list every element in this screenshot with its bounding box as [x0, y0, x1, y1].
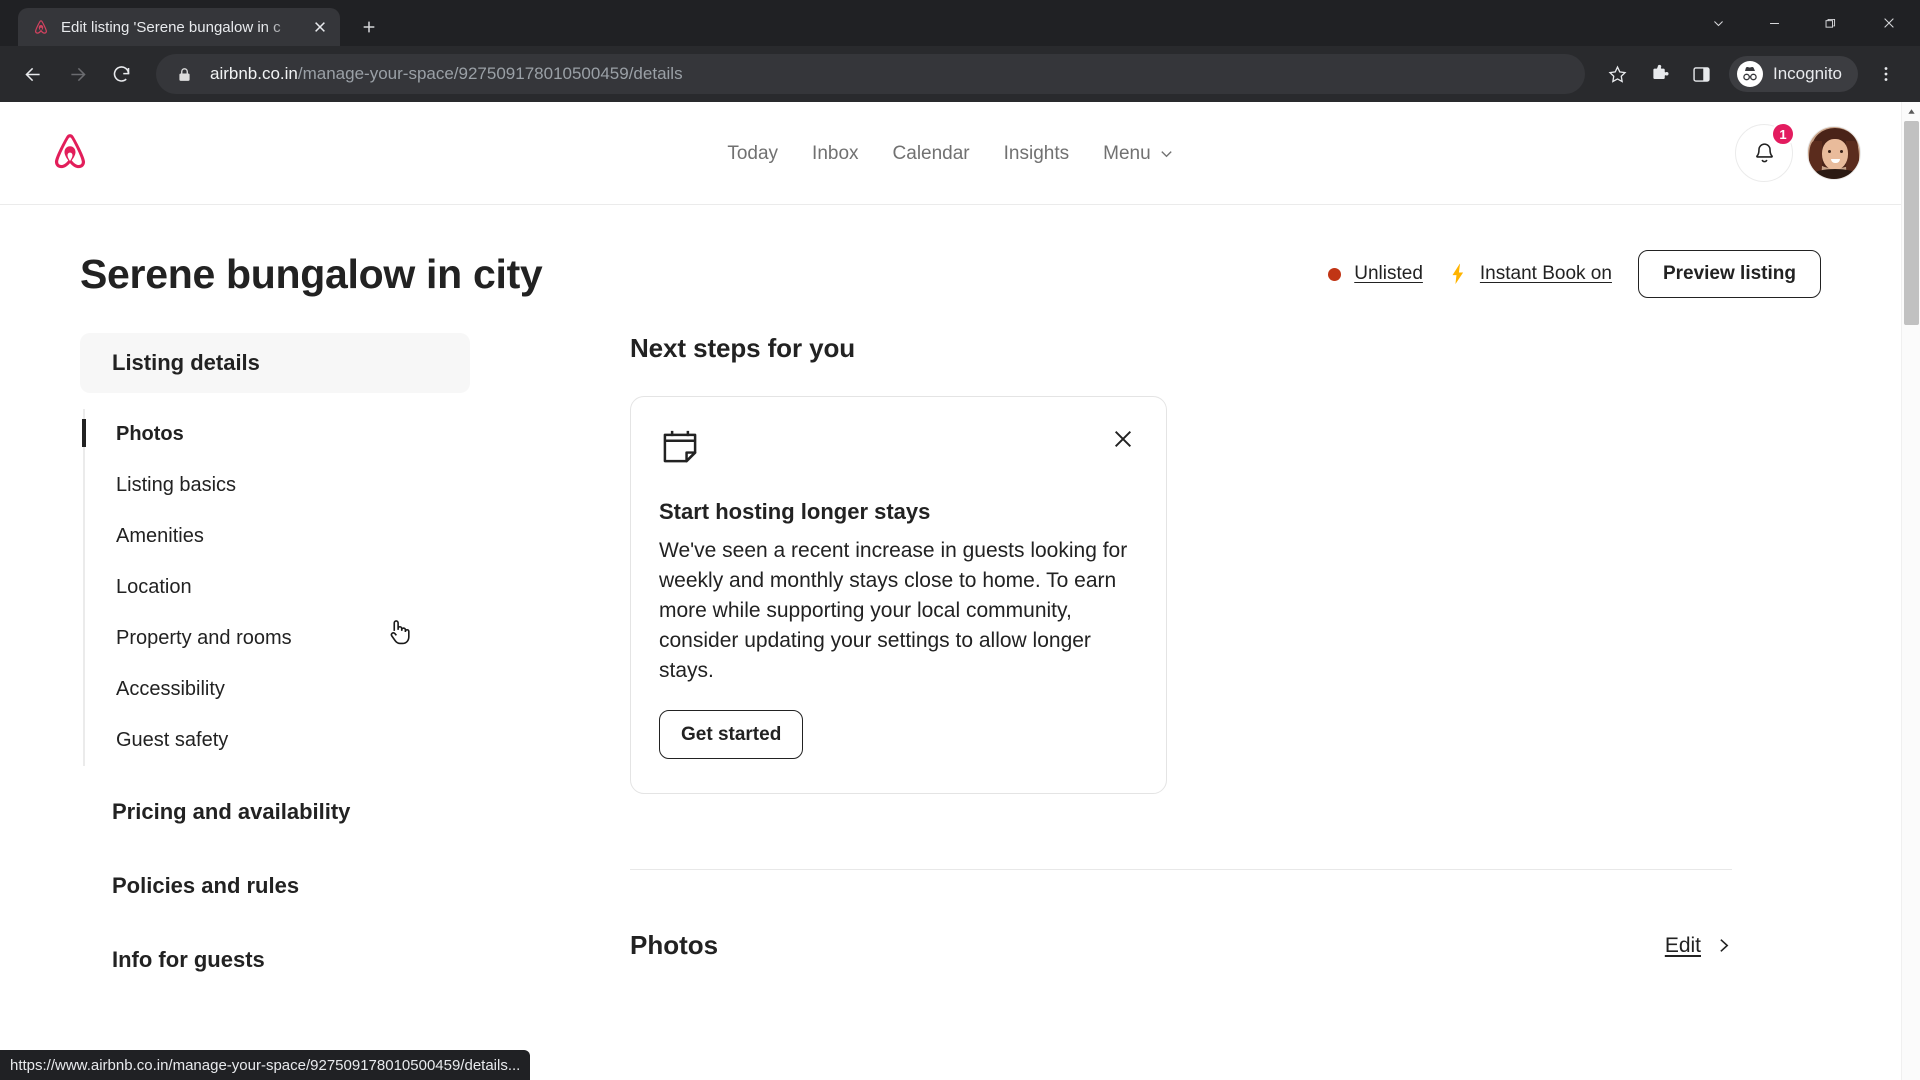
incognito-icon [1736, 60, 1764, 88]
sidebar-item-accessibility[interactable]: Accessibility [85, 664, 470, 715]
chevron-down-icon [1159, 146, 1174, 161]
nav-label: Calendar [892, 142, 970, 164]
chevron-right-icon [1715, 937, 1732, 954]
avatar-shoulders [1814, 169, 1856, 179]
sidebar-item-location[interactable]: Location [85, 562, 470, 613]
nav-label: Insights [1003, 142, 1070, 164]
nav-item-menu[interactable]: Menu [1103, 143, 1174, 165]
lock-icon [176, 66, 193, 83]
tab-strip: Edit listing 'Serene bungalow in c [0, 0, 1920, 46]
listing-sidebar: Listing details Photos Listing basics Am… [80, 333, 470, 990]
reload-icon[interactable] [102, 55, 140, 93]
card-body: We've seen a recent increase in guests l… [659, 539, 1128, 682]
browser-tab[interactable]: Edit listing 'Serene bungalow in c [18, 8, 340, 46]
close-icon[interactable] [308, 15, 332, 39]
nav-item-calendar[interactable]: Calendar [893, 143, 970, 165]
nav-label: Today [727, 142, 779, 164]
airbnb-logo-icon [32, 18, 50, 36]
sidebar-item-property-and-rooms[interactable]: Property and rooms [85, 613, 470, 664]
url-text: airbnb.co.in/manage-your-space/927509178… [210, 64, 683, 84]
listing-title-row: Serene bungalow in city Unlisted Instant… [0, 205, 1901, 298]
url-path: /manage-your-space/927509178010500459/de… [297, 64, 683, 83]
page-viewport: Today Inbox Calendar Insights Menu 1 Ser… [0, 102, 1920, 1080]
sidebar-item-guest-safety[interactable]: Guest safety [85, 715, 470, 766]
status-link[interactable]: Unlisted [1354, 263, 1423, 285]
photos-heading: Photos [630, 930, 719, 960]
scrollbar-thumb[interactable] [1904, 121, 1919, 325]
chevron-down-icon[interactable] [1690, 0, 1746, 46]
page-body: Listing details Photos Listing basics Am… [0, 298, 1901, 990]
extensions-puzzle-icon[interactable] [1639, 54, 1679, 94]
edit-label: Edit [1664, 933, 1701, 957]
page-scrollbar[interactable] [1901, 102, 1920, 1080]
address-bar[interactable]: airbnb.co.in/manage-your-space/927509178… [156, 54, 1585, 94]
sidebar-item-photos[interactable]: Photos [82, 409, 470, 460]
incognito-badge[interactable]: Incognito [1729, 56, 1858, 92]
sidebar-item-listing-basics[interactable]: Listing basics [85, 460, 470, 511]
sidebar-item-amenities[interactable]: Amenities [85, 511, 470, 562]
avatar-face [1822, 139, 1848, 170]
photos-section-header: Photos Edit [630, 930, 1732, 961]
avatar-eye-right [1840, 150, 1843, 153]
card-title: Start hosting longer stays [659, 499, 931, 524]
get-started-button[interactable]: Get started [659, 710, 804, 759]
main-content: Next steps for you Start hosting longer … [470, 333, 1821, 990]
nav-item-today[interactable]: Today [727, 143, 778, 165]
status-badge[interactable]: Unlisted [1328, 263, 1423, 285]
section-divider [630, 869, 1732, 870]
url-domain: airbnb.co.in [210, 64, 298, 83]
preview-listing-button[interactable]: Preview listing [1637, 250, 1821, 298]
tab-title: Edit listing 'Serene bungalow in c [61, 18, 281, 36]
restore-icon[interactable] [1802, 0, 1858, 46]
kebab-menu-icon[interactable] [1866, 54, 1906, 94]
minimize-icon[interactable] [1746, 0, 1802, 46]
avatar-eye-left [1828, 150, 1831, 153]
page-title: Serene bungalow in city [80, 250, 543, 297]
nav-label: Inbox [812, 142, 859, 164]
edit-photos-link[interactable]: Edit [1665, 934, 1732, 958]
lightning-bolt-icon [1449, 263, 1467, 285]
new-tab-button[interactable] [352, 10, 386, 44]
calendar-note-icon [659, 425, 701, 467]
next-steps-heading: Next steps for you [630, 333, 856, 363]
nav-item-inbox[interactable]: Inbox [812, 143, 858, 165]
arrow-left-icon[interactable] [14, 55, 52, 93]
sidebar-section-listing-details[interactable]: Listing details [80, 333, 470, 393]
notification-badge: 1 [1771, 122, 1795, 146]
site-nav: Today Inbox Calendar Insights Menu [0, 102, 1901, 205]
browser-window: Edit listing 'Serene bungalow in c airbn… [0, 0, 1920, 1080]
listing-actions: Unlisted Instant Book on Preview listing [1328, 250, 1821, 298]
avatar[interactable] [1807, 126, 1861, 180]
close-icon[interactable] [1106, 422, 1140, 456]
arrow-right-icon [58, 55, 96, 93]
instant-book-link[interactable]: Instant Book on [1480, 263, 1612, 285]
window-controls [1690, 0, 1920, 46]
sidebar-section-pricing-and-availability[interactable]: Pricing and availability [80, 782, 470, 842]
sidebar-section-info-for-guests[interactable]: Info for guests [80, 930, 470, 990]
instant-book-badge[interactable]: Instant Book on [1449, 263, 1612, 285]
airbnb-belo-logo-icon[interactable] [49, 130, 91, 176]
scroll-up-icon[interactable] [1902, 102, 1920, 121]
site-header: Today Inbox Calendar Insights Menu 1 [0, 102, 1901, 205]
airbnb-page: Today Inbox Calendar Insights Menu 1 Ser… [0, 102, 1901, 1080]
incognito-label: Incognito [1773, 64, 1842, 83]
notifications[interactable]: 1 [1735, 122, 1795, 182]
bookmark-star-icon[interactable] [1597, 54, 1637, 94]
header-actions: 1 [1735, 122, 1861, 182]
browser-toolbar: airbnb.co.in/manage-your-space/927509178… [0, 46, 1920, 102]
close-icon[interactable] [1858, 0, 1920, 46]
mouse-cursor-pointer [385, 617, 411, 652]
status-bubble: https://www.airbnb.co.in/manage-your-spa… [0, 1050, 531, 1080]
sidebar-subitems: Photos Listing basics Amenities Location… [82, 409, 470, 766]
status-dot-icon [1328, 267, 1342, 281]
sidebar-section-policies-and-rules[interactable]: Policies and rules [80, 856, 470, 916]
side-panel-icon[interactable] [1681, 54, 1721, 94]
nav-label: Menu [1103, 142, 1151, 164]
next-step-card: Start hosting longer stays We've seen a … [630, 396, 1167, 794]
nav-item-insights[interactable]: Insights [1004, 143, 1069, 165]
